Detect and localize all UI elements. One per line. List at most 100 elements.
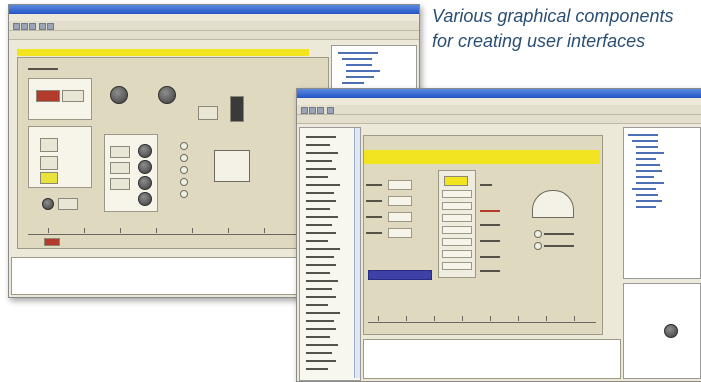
palette-item[interactable] <box>306 296 336 298</box>
palette-item[interactable] <box>306 216 338 218</box>
gauge-component[interactable] <box>532 190 574 218</box>
button-component[interactable] <box>40 138 58 152</box>
knob-component[interactable] <box>138 192 152 206</box>
tree-item[interactable] <box>346 76 374 78</box>
palette-item[interactable] <box>306 208 330 210</box>
palette-item[interactable] <box>306 144 330 146</box>
toolbar-button[interactable] <box>301 107 308 114</box>
palette-item[interactable] <box>306 312 340 314</box>
tree-item[interactable] <box>636 170 662 172</box>
switch-component[interactable] <box>230 96 244 122</box>
knob-component[interactable] <box>138 176 152 190</box>
palette-item[interactable] <box>306 328 336 330</box>
checkbox-component[interactable] <box>534 230 542 238</box>
scale-slider[interactable] <box>368 322 596 323</box>
tree-item[interactable] <box>636 158 656 160</box>
input-field[interactable] <box>388 228 412 238</box>
list-row[interactable] <box>442 250 472 258</box>
dial-component[interactable] <box>214 150 250 182</box>
palette-item[interactable] <box>306 168 336 170</box>
toolbar-button[interactable] <box>39 23 46 30</box>
toolbar-button[interactable] <box>13 23 20 30</box>
toolbar-button[interactable] <box>327 107 334 114</box>
knob-component[interactable] <box>110 86 128 104</box>
tree-item[interactable] <box>342 82 364 84</box>
toolbar-button[interactable] <box>317 107 324 114</box>
radio-component[interactable] <box>180 154 188 162</box>
palette-item[interactable] <box>306 248 340 250</box>
radio-component[interactable] <box>180 190 188 198</box>
input-field[interactable] <box>388 212 412 222</box>
button-component[interactable] <box>40 172 58 184</box>
toolbar-button[interactable] <box>309 107 316 114</box>
knob-component[interactable] <box>158 86 176 104</box>
design-canvas[interactable] <box>17 57 329 249</box>
tree-item[interactable] <box>636 194 658 196</box>
input-field[interactable] <box>388 196 412 206</box>
button-component[interactable] <box>62 90 84 102</box>
button-component[interactable] <box>444 176 468 186</box>
palette-item[interactable] <box>306 192 334 194</box>
tree-item[interactable] <box>636 206 656 208</box>
toolbar-button[interactable] <box>29 23 36 30</box>
tree-item[interactable] <box>346 70 380 72</box>
tree-item[interactable] <box>632 140 658 142</box>
button-component[interactable] <box>110 146 130 158</box>
palette-item[interactable] <box>306 224 332 226</box>
palette-item[interactable] <box>306 136 336 138</box>
button-component[interactable] <box>110 178 130 190</box>
button-component[interactable] <box>110 162 130 174</box>
button-component[interactable] <box>44 238 60 246</box>
tree-item[interactable] <box>338 52 378 54</box>
tree-item[interactable] <box>636 152 664 154</box>
palette-item[interactable] <box>306 264 336 266</box>
palette-scrollbar[interactable] <box>354 128 360 378</box>
input-field[interactable] <box>388 180 412 190</box>
design-canvas[interactable] <box>363 135 603 335</box>
selected-component[interactable] <box>368 270 432 280</box>
palette-item[interactable] <box>306 184 340 186</box>
knob-component[interactable] <box>138 160 152 174</box>
knob-component[interactable] <box>138 144 152 158</box>
tree-item[interactable] <box>628 134 658 136</box>
radio-component[interactable] <box>180 166 188 174</box>
scale-slider[interactable] <box>28 234 318 235</box>
tree-item[interactable] <box>342 58 372 60</box>
tree-item[interactable] <box>636 146 658 148</box>
properties-panel[interactable] <box>623 283 701 379</box>
radio-component[interactable] <box>180 178 188 186</box>
palette-item[interactable] <box>306 272 330 274</box>
list-row[interactable] <box>442 202 472 210</box>
tree-item[interactable] <box>636 176 654 178</box>
object-tree[interactable] <box>623 127 701 279</box>
palette-item[interactable] <box>306 152 338 154</box>
palette-item[interactable] <box>306 304 328 306</box>
palette-item[interactable] <box>306 352 332 354</box>
palette-item[interactable] <box>306 232 336 234</box>
list-row[interactable] <box>442 262 472 270</box>
tree-item[interactable] <box>636 182 664 184</box>
palette-item[interactable] <box>306 280 338 282</box>
radio-component[interactable] <box>180 142 188 150</box>
palette-item[interactable] <box>306 200 336 202</box>
toolbar-button[interactable] <box>47 23 54 30</box>
toolbar-button[interactable] <box>21 23 28 30</box>
tree-item[interactable] <box>632 188 656 190</box>
knob-component[interactable] <box>42 198 54 210</box>
palette-item[interactable] <box>306 320 334 322</box>
list-row[interactable] <box>442 214 472 222</box>
palette-item[interactable] <box>306 360 336 362</box>
button-component[interactable] <box>198 106 218 120</box>
palette-item[interactable] <box>306 336 330 338</box>
palette-item[interactable] <box>306 288 332 290</box>
button-component[interactable] <box>40 156 58 170</box>
component-palette[interactable] <box>299 127 361 381</box>
palette-item[interactable] <box>306 256 334 258</box>
palette-item[interactable] <box>306 368 328 370</box>
palette-item[interactable] <box>306 240 328 242</box>
checkbox-component[interactable] <box>534 242 542 250</box>
button-component[interactable] <box>58 198 78 210</box>
list-row[interactable] <box>442 238 472 246</box>
list-row[interactable] <box>442 190 472 198</box>
tree-item[interactable] <box>346 64 372 66</box>
